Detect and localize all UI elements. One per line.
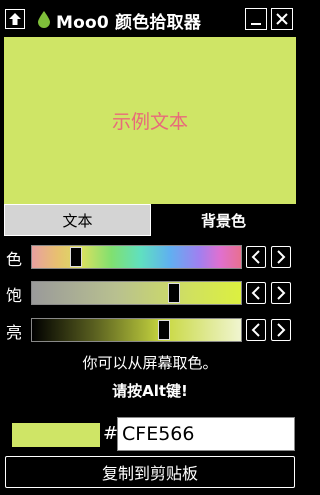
title-bar: Moo0 颜色拾取器	[0, 0, 300, 36]
color-preview: 示例文本	[4, 37, 296, 204]
close-icon	[276, 13, 288, 25]
chevron-right-icon	[277, 250, 286, 264]
tab-bar: 文本 背景色	[4, 204, 296, 236]
brightness-slider-thumb[interactable]	[157, 320, 170, 340]
chevron-right-icon	[277, 323, 286, 337]
tab-text[interactable]: 文本	[4, 204, 151, 236]
tab-background[interactable]: 背景色	[151, 204, 296, 236]
saturation-label: 饱	[6, 286, 23, 305]
hue-decrease-button[interactable]	[246, 246, 266, 268]
saturation-increase-button[interactable]	[271, 282, 291, 304]
hex-color-input[interactable]	[117, 417, 295, 451]
saturation-slider[interactable]	[31, 281, 242, 305]
hue-slider-thumb[interactable]	[69, 247, 82, 267]
chevron-left-icon	[251, 323, 260, 337]
hash-symbol: #	[103, 423, 119, 444]
brightness-slider[interactable]	[31, 318, 242, 342]
hue-row: 色	[0, 243, 300, 271]
hint-text: 你可以从屏幕取色。	[82, 354, 218, 372]
brightness-label: 亮	[6, 323, 23, 342]
close-button[interactable]	[271, 8, 293, 30]
saturation-row: 饱	[0, 279, 300, 307]
water-drop-icon	[38, 11, 50, 32]
window-title: Moo0 颜色拾取器	[56, 13, 202, 33]
hue-increase-button[interactable]	[271, 246, 291, 268]
minimize-icon	[251, 23, 261, 25]
alt-key-hint: 请按Alt键!	[112, 382, 188, 400]
brightness-increase-button[interactable]	[271, 319, 291, 341]
saturation-slider-thumb[interactable]	[168, 283, 181, 303]
chevron-right-icon	[277, 286, 286, 300]
hue-label: 色	[6, 250, 23, 269]
minimize-button[interactable]	[245, 8, 267, 30]
chevron-left-icon	[251, 286, 260, 300]
chevron-left-icon	[251, 250, 260, 264]
brightness-decrease-button[interactable]	[246, 319, 266, 341]
copy-to-clipboard-button[interactable]: 复制到剪贴板	[5, 456, 295, 488]
brightness-row: 亮	[0, 316, 300, 344]
hue-slider[interactable]	[31, 245, 242, 269]
color-swatch	[12, 423, 100, 447]
sample-text: 示例文本	[111, 111, 188, 133]
up-arrow-icon[interactable]	[5, 9, 25, 29]
saturation-decrease-button[interactable]	[246, 282, 266, 304]
